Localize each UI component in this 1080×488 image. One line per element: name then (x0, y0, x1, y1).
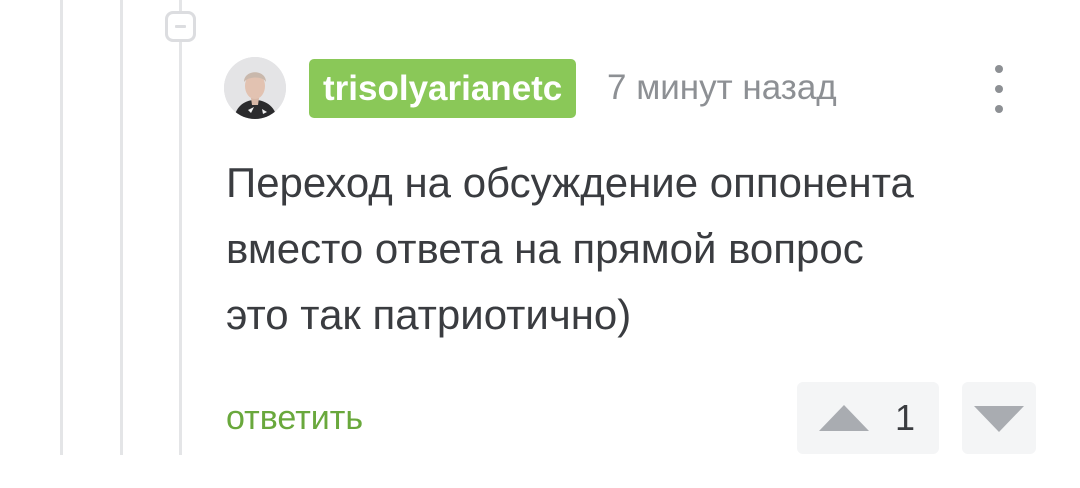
collapse-thread-button[interactable] (165, 11, 196, 42)
thread-line (60, 0, 63, 455)
user-photo-icon (224, 57, 286, 119)
more-vertical-icon (995, 105, 1003, 113)
page-background (0, 455, 1080, 488)
comment-timestamp[interactable]: 7 минут назад (607, 66, 837, 110)
thread-line[interactable] (179, 0, 182, 455)
more-vertical-icon (995, 65, 1003, 73)
downvote-button[interactable] (962, 382, 1036, 454)
author-username-link[interactable]: trisolyarianetc (309, 59, 577, 118)
more-options-button[interactable] (984, 62, 1014, 116)
thread-line (120, 0, 123, 455)
reply-link[interactable]: ответить (226, 397, 363, 439)
more-vertical-icon (995, 85, 1003, 93)
triangle-up-icon (819, 405, 869, 431)
avatar[interactable] (224, 57, 286, 119)
comment-body: Переход на обсуждение оппонента вместо о… (226, 159, 914, 338)
rating-count: 1 (894, 397, 916, 438)
triangle-down-icon (974, 406, 1024, 432)
comment: trisolyarianetc 7 минут назад Переход на… (0, 0, 1080, 455)
